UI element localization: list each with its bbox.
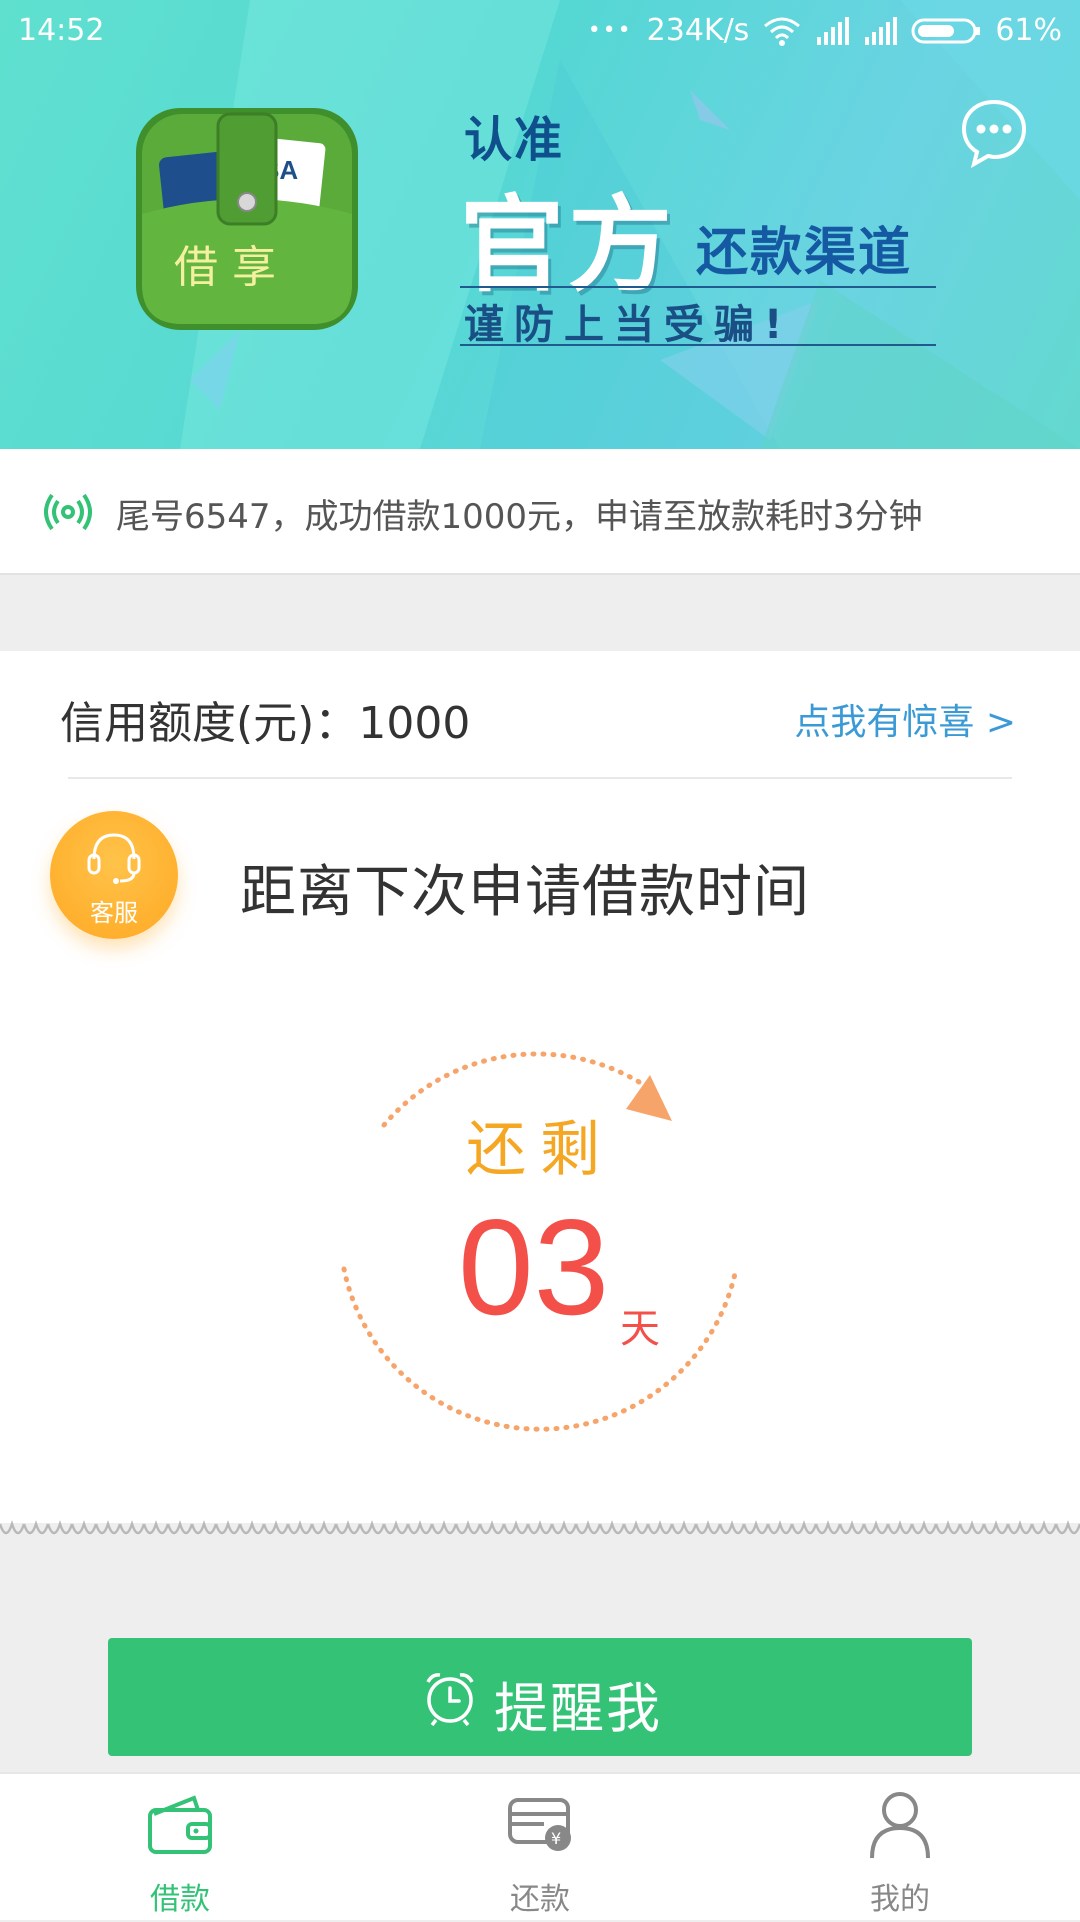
battery-percent: 61% (995, 13, 1062, 48)
alarm-clock-icon (426, 1673, 474, 1726)
bottom-tab-bar: 借款 ¥ 还款 我的 (0, 1772, 1080, 1920)
loan-notice-bar: 尾号6547，成功借款1000元，申请至放款耗时3分钟 (0, 449, 1080, 575)
customer-service-label: 客服 (90, 899, 138, 927)
status-bar: 14:52 ••• 234K/s 61% (0, 0, 1080, 60)
slogan-big: 官方 (460, 184, 677, 306)
surprise-link[interactable]: 点我有惊喜 > (794, 693, 1016, 745)
slogan-small: 还款渠道 (696, 223, 913, 283)
slogan-rule-2 (460, 344, 936, 346)
broadcast-icon (44, 493, 92, 531)
tab-borrow[interactable]: 借款 (0, 1774, 360, 1922)
scallop-edge (0, 1520, 1080, 1544)
slogan-rule (460, 286, 936, 288)
credit-card-panel: 信用额度(元)：1000 点我有惊喜 > 客服 距离下次申请借款时间 还剩 03… (0, 651, 1080, 1523)
days-remaining: 03 (458, 1191, 610, 1343)
wifi-icon (764, 17, 801, 46)
tab-repay[interactable]: ¥ 还款 (360, 1774, 720, 1922)
remaining-label: 还剩 (466, 1115, 614, 1185)
days-unit: 天 (620, 1306, 660, 1352)
tab-mine-label: 我的 (870, 1882, 930, 1917)
signal-icon-2 (865, 16, 898, 45)
notice-text: 尾号6547，成功借款1000元，申请至放款耗时3分钟 (116, 497, 923, 537)
logo-text: 借 享 (174, 242, 276, 293)
repay-card-icon: ¥ (508, 1798, 571, 1851)
tab-mine[interactable]: 我的 (720, 1774, 1080, 1922)
tab-borrow-label: 借款 (150, 1882, 210, 1917)
wallet-icon (148, 1795, 212, 1854)
svg-text:¥: ¥ (551, 1829, 561, 1848)
chat-bubble-icon[interactable] (958, 96, 1030, 168)
credit-limit: 信用额度(元)：1000 (60, 687, 470, 751)
customer-service-button[interactable]: 客服 (50, 811, 178, 939)
slogan-warning: 谨防上当受骗! (464, 302, 793, 348)
app-logo-icon: SA 借 享 (136, 108, 358, 330)
user-icon (870, 1792, 930, 1859)
battery-icon (911, 18, 981, 43)
credit-value: 1000 (358, 698, 471, 749)
remind-me-button[interactable]: 提醒我 (108, 1638, 972, 1756)
divider (68, 777, 1012, 779)
signal-icon (817, 16, 850, 45)
top-banner: 14:52 ••• 234K/s 61% SA 借 享 认准 官方 还款渠道 谨… (0, 0, 1080, 449)
banner-slogan: 认准 官方 还款渠道 谨防上当受骗! (460, 100, 940, 350)
tab-repay-label: 还款 (510, 1882, 570, 1917)
credit-label: 信用额度(元)： (60, 698, 359, 749)
credit-row: 信用额度(元)：1000 点我有惊喜 > (60, 687, 1020, 749)
status-dots: ••• (587, 18, 633, 43)
remind-label: 提醒我 (494, 1677, 662, 1740)
status-time: 14:52 (18, 13, 105, 48)
countdown-title: 距离下次申请借款时间 (240, 860, 810, 925)
headset-icon (87, 833, 141, 884)
network-speed: 234K/s (646, 13, 750, 48)
